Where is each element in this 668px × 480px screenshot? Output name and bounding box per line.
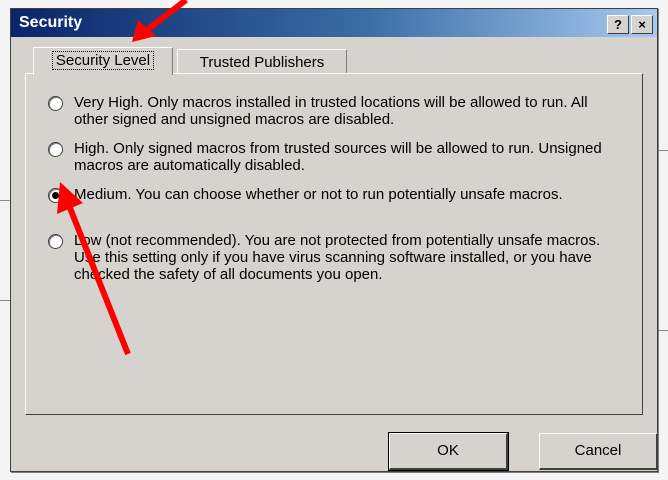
arrow-to-tab [132,0,188,42]
tab-security-level[interactable]: Security Level [33,47,173,75]
arrow-to-medium-option [57,182,131,356]
tab-label: Security Level [51,51,155,70]
